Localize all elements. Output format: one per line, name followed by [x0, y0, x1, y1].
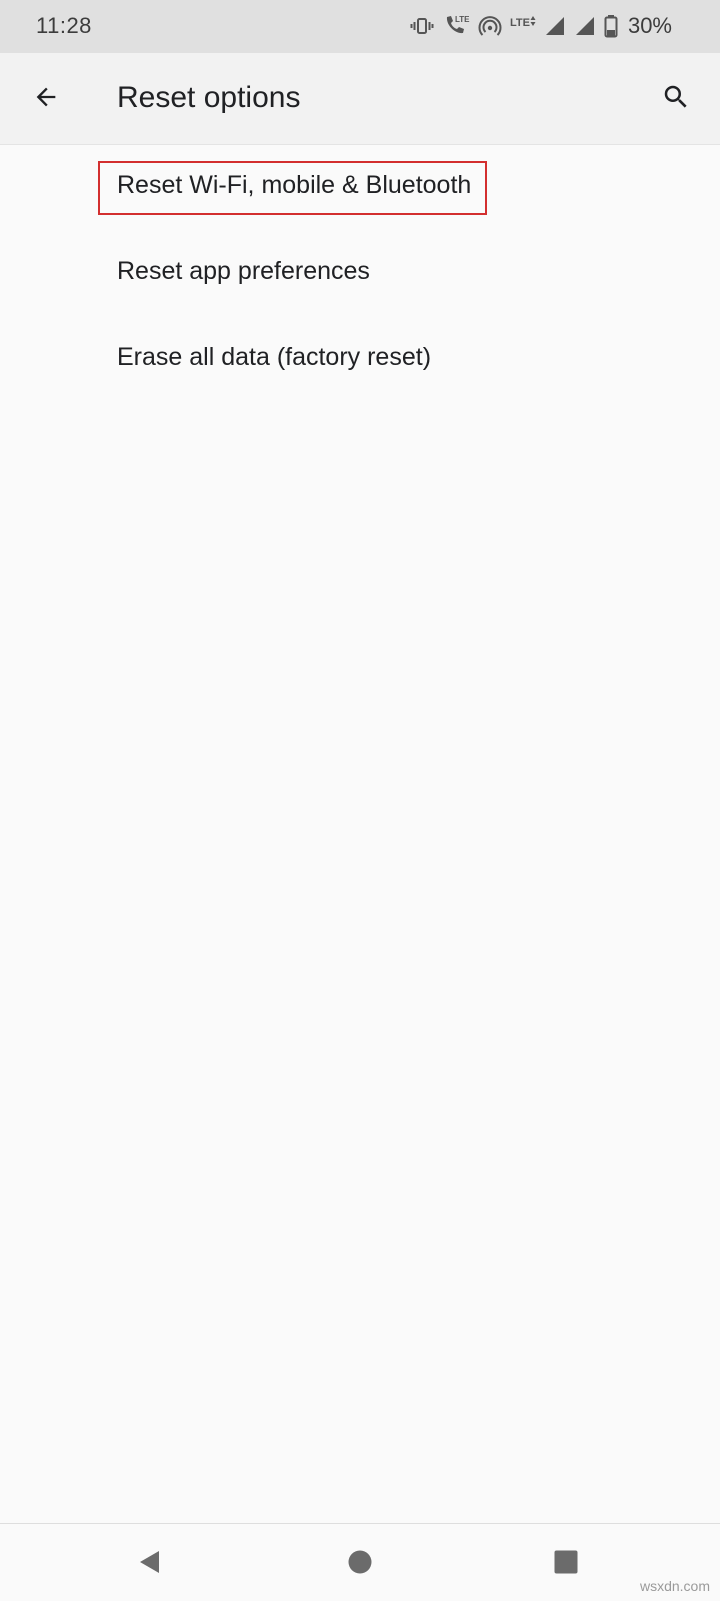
nav-back-icon: [136, 1548, 164, 1581]
option-erase-all-data[interactable]: Erase all data (factory reset): [0, 317, 720, 403]
search-button[interactable]: [652, 75, 700, 123]
back-button[interactable]: [22, 75, 70, 123]
volte-call-icon: LTE: [442, 13, 470, 39]
nav-home-icon: [347, 1549, 373, 1580]
status-bar: 11:28 LTE LTE 30%: [0, 0, 720, 53]
signal-icon: [574, 15, 596, 37]
page-title: Reset options: [117, 81, 301, 114]
status-time: 11:28: [36, 13, 92, 38]
nav-back-button[interactable]: [130, 1544, 170, 1584]
signal-icon: [544, 15, 566, 37]
battery-percent: 30%: [627, 13, 672, 38]
nav-home-button[interactable]: [340, 1544, 380, 1584]
vibrate-icon: [410, 14, 434, 38]
option-reset-wifi-mobile-bluetooth[interactable]: Reset Wi-Fi, mobile & Bluetooth: [0, 145, 720, 231]
option-label: Erase all data (factory reset): [117, 343, 432, 371]
option-reset-app-preferences[interactable]: Reset app preferences: [0, 231, 720, 317]
nav-recents-icon: [553, 1549, 579, 1580]
arrow-back-icon: [32, 83, 60, 116]
navigation-bar: [0, 1523, 720, 1601]
app-bar: Reset options: [0, 53, 720, 145]
watermark: wsxdn.com: [639, 1578, 710, 1594]
volte-lte-text: LTE: [455, 15, 470, 24]
search-icon: [661, 82, 691, 117]
lte-data-text: LTE: [510, 17, 530, 29]
nav-recents-button[interactable]: [546, 1544, 586, 1584]
option-label: Reset app preferences: [117, 257, 370, 285]
option-label: Reset Wi-Fi, mobile & Bluetooth: [117, 171, 472, 199]
battery-icon: [604, 14, 618, 38]
status-icons: LTE LTE 30%: [410, 10, 672, 42]
lte-data-icon: LTE: [510, 14, 536, 38]
hotspot-icon: [478, 14, 502, 38]
